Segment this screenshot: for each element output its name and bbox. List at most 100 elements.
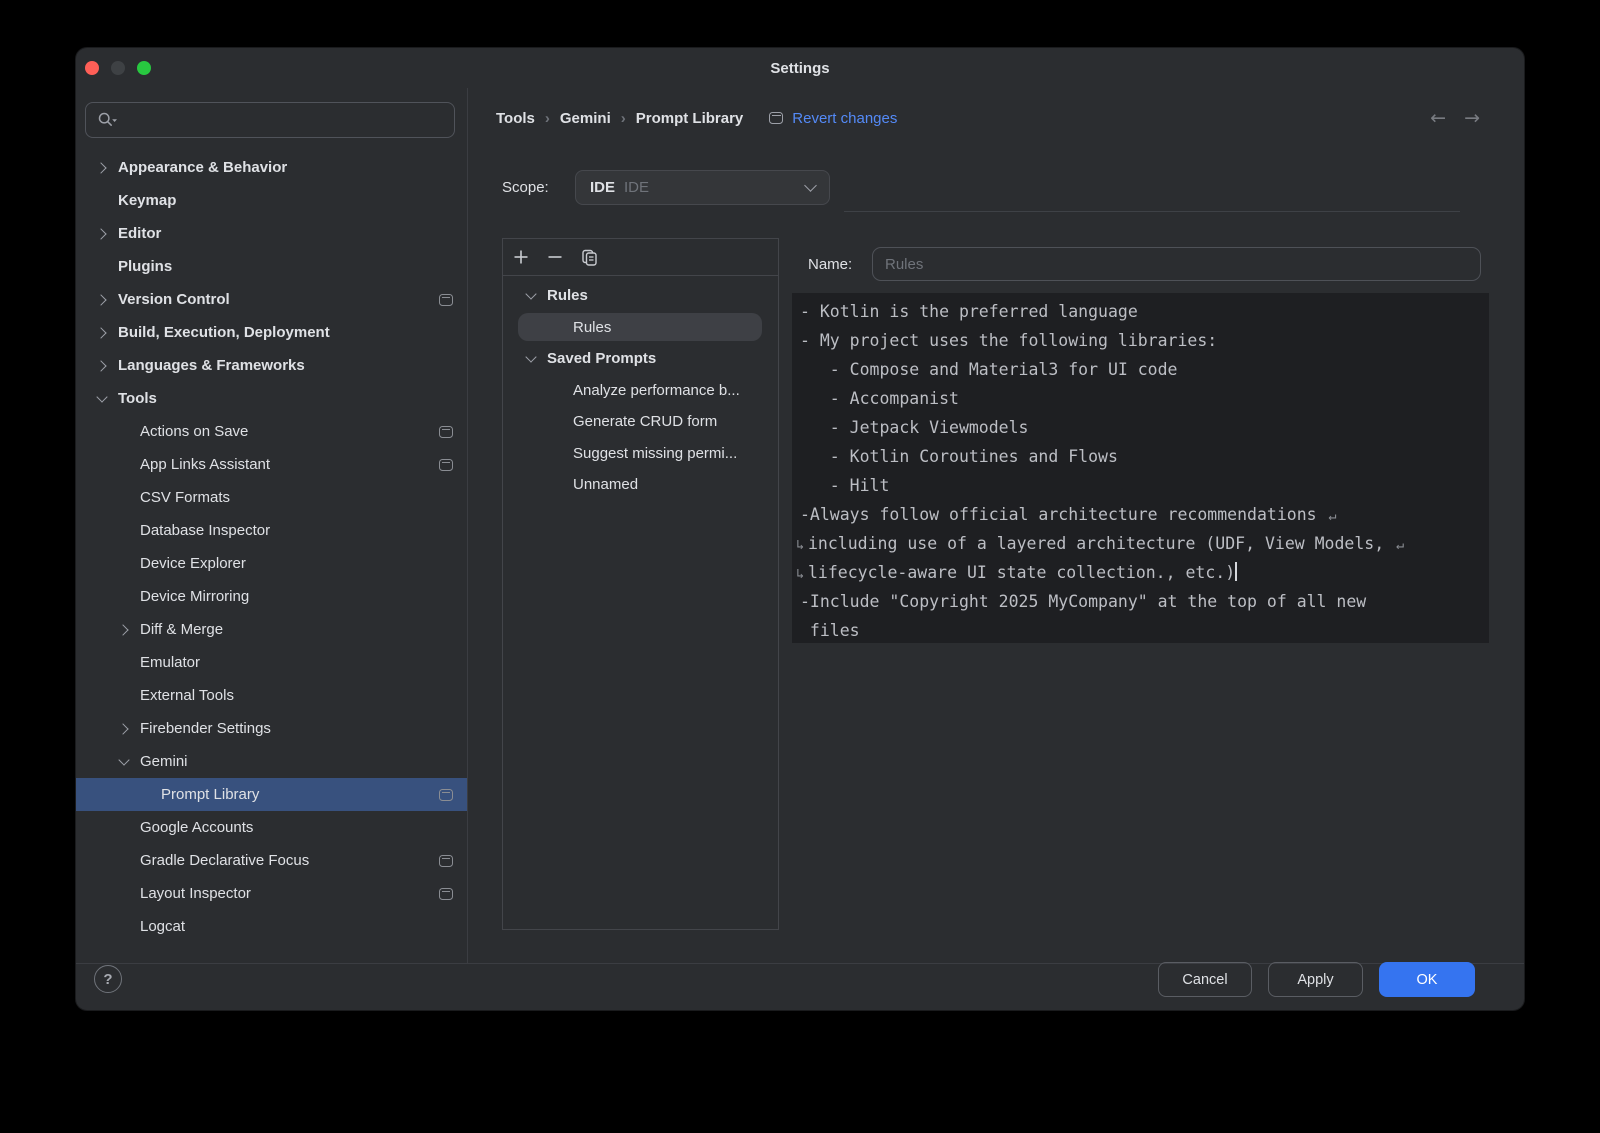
name-field[interactable] — [872, 247, 1481, 281]
sidebar-item-label: App Links Assistant — [140, 456, 270, 473]
chevron-undefined-icon — [137, 787, 153, 803]
chevron-right-icon[interactable] — [94, 358, 110, 374]
soft-wrap-start-icon: ↳ — [796, 560, 806, 589]
text-caret — [1235, 562, 1237, 581]
sidebar-item-label: Google Accounts — [140, 819, 253, 836]
sidebar-item-label: Plugins — [118, 258, 172, 275]
remove-prompt-button[interactable] — [545, 247, 565, 267]
sidebar-item-languages-frameworks[interactable]: Languages & Frameworks — [76, 349, 467, 382]
close-window-button[interactable] — [85, 61, 99, 75]
editor-line-text: lifecycle-aware UI state collection., et… — [808, 563, 1235, 582]
chevron-right-icon[interactable] — [94, 160, 110, 176]
revert-changes-link[interactable]: Revert changes — [769, 110, 897, 127]
sidebar-item-actions-on-save[interactable]: Actions on Save — [76, 415, 467, 448]
editor-line-text: - My project uses the following librarie… — [800, 331, 1217, 350]
sidebar-item-layout-inspector[interactable]: Layout Inspector — [76, 877, 467, 910]
sidebar-item-tools[interactable]: Tools — [76, 382, 467, 415]
prompt-tree-item-unnamed[interactable]: Unnamed — [503, 469, 778, 501]
settings-sidebar: Appearance & Behavior Keymap Editor Plugins… — [76, 151, 467, 943]
sidebar-item-gemini[interactable]: Gemini — [76, 745, 467, 778]
editor-line: - Accompanist — [800, 384, 1489, 413]
sidebar-item-version-control[interactable]: Version Control — [76, 283, 467, 316]
apply-button[interactable]: Apply — [1268, 962, 1363, 997]
scope-hint: IDE — [624, 179, 649, 196]
chevron-down-icon[interactable] — [94, 391, 110, 407]
sidebar-item-diff-merge[interactable]: Diff & Merge — [76, 613, 467, 646]
sidebar-item-app-links-assistant[interactable]: App Links Assistant — [76, 448, 467, 481]
prompt-tree-item-generate-crud-form[interactable]: Generate CRUD form — [503, 406, 778, 438]
sidebar-item-database-inspector[interactable]: Database Inspector — [76, 514, 467, 547]
scope-label: Scope: — [502, 170, 549, 205]
sidebar-item-label: CSV Formats — [140, 489, 230, 506]
modified-indicator-icon — [439, 426, 453, 438]
editor-line: files — [800, 616, 1489, 645]
sidebar-item-device-mirroring[interactable]: Device Mirroring — [76, 580, 467, 613]
chevron-undefined-icon — [116, 886, 132, 902]
prompt-tree-item-analyze-performance-b[interactable]: Analyze performance b... — [503, 375, 778, 407]
sidebar-item-external-tools[interactable]: External Tools — [76, 679, 467, 712]
modified-indicator-icon — [439, 294, 453, 306]
sidebar-item-plugins[interactable]: Plugins — [76, 250, 467, 283]
sidebar-item-appearance-behavior[interactable]: Appearance & Behavior — [76, 151, 467, 184]
sidebar-item-label: Editor — [118, 225, 161, 242]
prompt-tree-item-rules[interactable]: Rules — [503, 280, 778, 312]
breadcrumb-item-tools[interactable]: Tools — [496, 110, 535, 127]
chevron-undefined-icon — [549, 319, 565, 335]
minimize-window-button[interactable] — [111, 61, 125, 75]
breadcrumb-item-prompt-library[interactable]: Prompt Library — [636, 110, 744, 127]
question-mark-icon: ? — [103, 971, 112, 988]
scope-separator — [844, 211, 1460, 212]
scope-dropdown[interactable]: IDE IDE — [575, 170, 830, 205]
chevron-right-icon[interactable] — [116, 622, 132, 638]
prompt-tree-item-saved-prompts[interactable]: Saved Prompts — [503, 343, 778, 375]
sidebar-item-emulator[interactable]: Emulator — [76, 646, 467, 679]
sidebar-item-label: Appearance & Behavior — [118, 159, 287, 176]
chevron-down-icon[interactable] — [523, 351, 539, 367]
back-arrow-icon[interactable]: ← — [1430, 109, 1446, 128]
editor-line: - Compose and Material3 for UI code — [800, 355, 1489, 384]
chevron-right-icon[interactable] — [94, 325, 110, 341]
sidebar-item-keymap[interactable]: Keymap — [76, 184, 467, 217]
chevron-down-icon[interactable] — [523, 288, 539, 304]
prompt-tree-item-rules[interactable]: Rules — [503, 312, 778, 344]
sidebar-item-device-explorer[interactable]: Device Explorer — [76, 547, 467, 580]
chevron-undefined-icon — [94, 259, 110, 275]
search-input[interactable] — [122, 104, 446, 138]
chevron-right-icon[interactable] — [94, 292, 110, 308]
chevron-right-icon[interactable] — [116, 721, 132, 737]
sidebar-item-label: Logcat — [140, 918, 185, 935]
sidebar-item-label: Tools — [118, 390, 157, 407]
search-icon — [97, 111, 119, 131]
editor-line: - My project uses the following librarie… — [800, 326, 1489, 355]
soft-wrap-end-icon: ↵ — [1396, 537, 1404, 553]
modified-indicator-icon — [769, 112, 783, 124]
sidebar-item-csv-formats[interactable]: CSV Formats — [76, 481, 467, 514]
editor-line: - Hilt — [800, 471, 1489, 500]
sidebar-item-prompt-library[interactable]: Prompt Library — [76, 778, 467, 811]
sidebar-item-build-execution-deployment[interactable]: Build, Execution, Deployment — [76, 316, 467, 349]
editor-line-text: - Compose and Material3 for UI code — [800, 360, 1178, 379]
sidebar-item-gradle-declarative-focus[interactable]: Gradle Declarative Focus — [76, 844, 467, 877]
sidebar-item-label: Languages & Frameworks — [118, 357, 305, 374]
help-button[interactable]: ? — [94, 965, 122, 993]
sidebar-item-google-accounts[interactable]: Google Accounts — [76, 811, 467, 844]
chevron-down-icon[interactable] — [116, 754, 132, 770]
sidebar-item-firebender-settings[interactable]: Firebender Settings — [76, 712, 467, 745]
modified-indicator-icon — [439, 789, 453, 801]
ok-button[interactable]: OK — [1379, 962, 1475, 997]
soft-wrap-end-icon: ↵ — [1329, 508, 1337, 524]
sidebar-item-logcat[interactable]: Logcat — [76, 910, 467, 943]
add-prompt-button[interactable] — [511, 247, 531, 267]
chevron-right-icon[interactable] — [94, 226, 110, 242]
prompt-text-editor[interactable]: - Kotlin is the preferred language- My p… — [792, 293, 1489, 643]
breadcrumb-item-gemini[interactable]: Gemini — [560, 110, 611, 127]
duplicate-prompt-button[interactable] — [579, 247, 599, 267]
chevron-undefined-icon — [116, 688, 132, 704]
prompt-tree-item-label: Unnamed — [573, 476, 638, 493]
editor-line-text: - Accompanist — [800, 389, 959, 408]
cancel-button[interactable]: Cancel — [1158, 962, 1252, 997]
sidebar-item-editor[interactable]: Editor — [76, 217, 467, 250]
zoom-window-button[interactable] — [137, 61, 151, 75]
forward-arrow-icon[interactable]: → — [1464, 109, 1480, 128]
prompt-tree-item-suggest-missing-permi[interactable]: Suggest missing permi... — [503, 438, 778, 470]
